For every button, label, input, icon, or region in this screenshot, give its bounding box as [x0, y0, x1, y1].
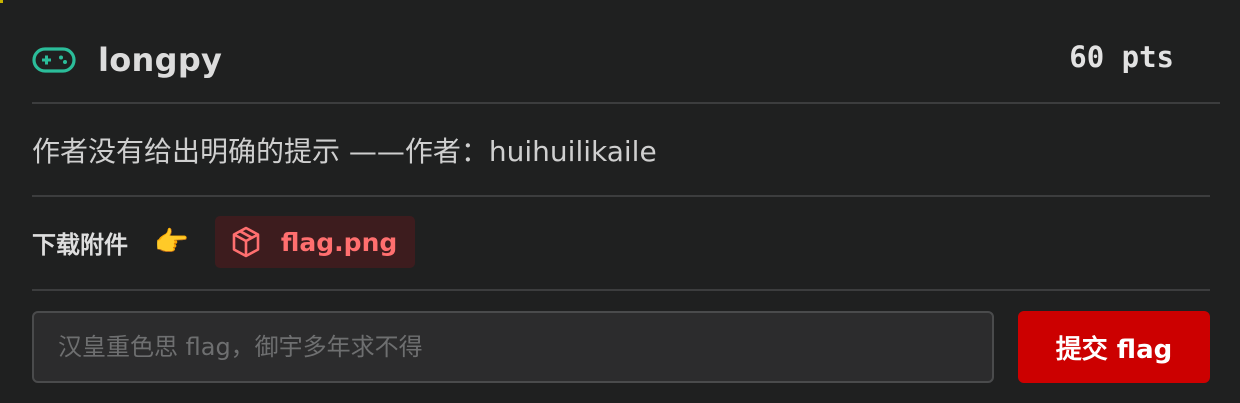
gamepad-icon: [32, 47, 76, 73]
corner-marker: [0, 0, 3, 3]
download-label: 下载附件: [32, 230, 128, 259]
flag-input[interactable]: [32, 311, 994, 383]
divider: [32, 195, 1210, 197]
challenge-header: longpy 60 pts: [32, 36, 1220, 84]
challenge-title: longpy: [98, 41, 223, 79]
attachment-download-link[interactable]: flag.png: [214, 216, 416, 268]
divider: [32, 289, 1210, 291]
challenge-description: 作者没有给出明确的提示 ——作者：huihuilikaile: [32, 135, 657, 168]
download-row: 下载附件 👉 flag.png: [32, 216, 416, 268]
pointing-hand-icon: 👉: [154, 225, 189, 258]
challenge-card: longpy 60 pts 作者没有给出明确的提示 ——作者：huihuilik…: [0, 0, 1240, 403]
submit-flag-button[interactable]: 提交 flag: [1018, 311, 1210, 383]
attachment-filename: flag.png: [280, 227, 398, 257]
challenge-points: 60 pts: [1069, 40, 1174, 74]
package-icon: [231, 226, 261, 258]
divider: [32, 102, 1220, 104]
